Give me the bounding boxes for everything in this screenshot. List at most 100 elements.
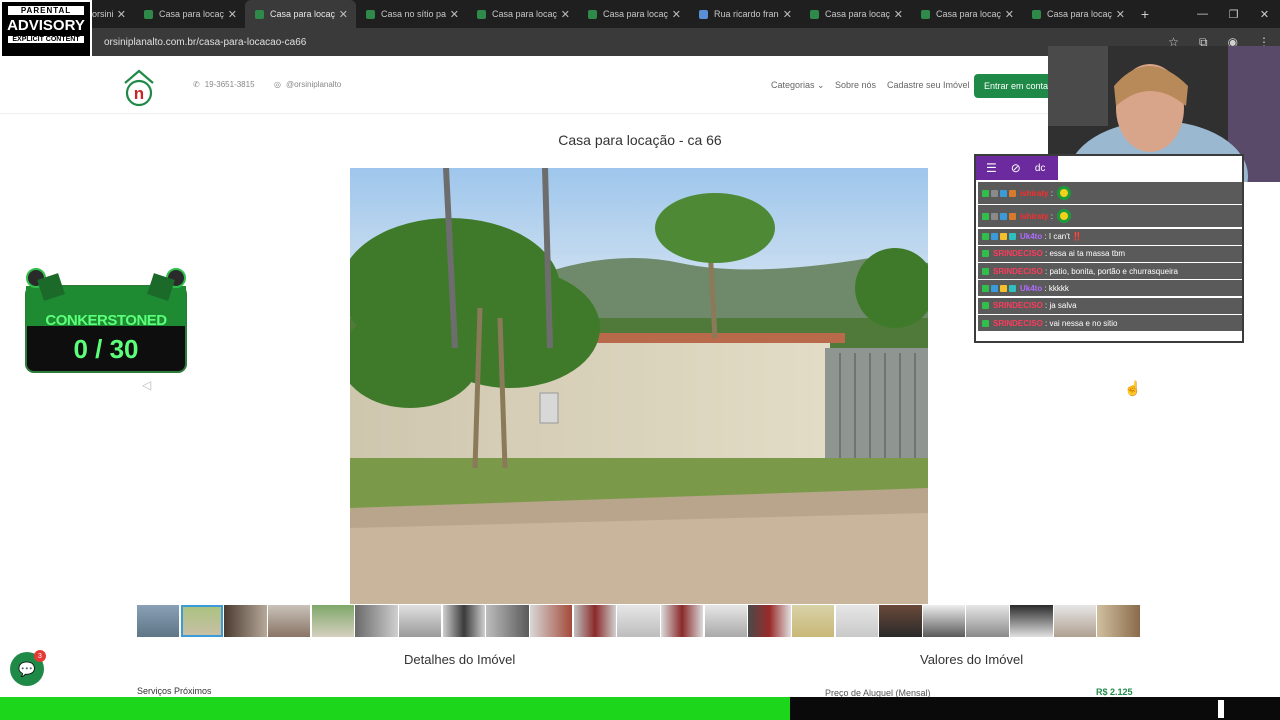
badge-icon — [982, 233, 989, 241]
browser-tab[interactable]: Casa para locação ✕ — [134, 0, 245, 28]
values-heading: Valores do Imóvel — [920, 652, 1024, 667]
photo-thumbnail[interactable] — [224, 605, 267, 637]
badge-icon — [1009, 233, 1016, 241]
tab-favicon-icon — [477, 9, 486, 19]
parental-advisory-badge: PARENTAL ADVISORY EXPLICIT CONTENT — [0, 0, 92, 58]
phone-icon: ✆ — [193, 80, 200, 89]
badge-icon — [1000, 189, 1007, 197]
browser-tab[interactable]: Casa para locação ✕ — [800, 0, 911, 28]
tab-favicon-icon — [255, 9, 264, 19]
phone-contact[interactable]: ✆ 19-3651-3815 — [193, 80, 255, 89]
browser-tab[interactable]: Casa para locação ✕ — [1022, 0, 1133, 28]
tab-favicon-icon — [144, 9, 153, 19]
photo-thumbnail[interactable] — [442, 605, 486, 637]
tab-close-icon[interactable]: ✕ — [450, 8, 459, 21]
browser-tab[interactable]: orsini ✕ — [92, 0, 134, 28]
chat-username: SRINDECISO — [993, 301, 1043, 311]
tab-title: Casa para locação — [270, 9, 335, 19]
tab-title: Casa para locação — [1047, 9, 1112, 19]
photo-thumbnail[interactable] — [748, 605, 791, 637]
instagram-icon: ◎ — [274, 80, 281, 89]
photo-thumbnail[interactable] — [1097, 605, 1140, 637]
browser-tab[interactable]: Casa no sítio para ✕ — [356, 0, 467, 28]
window-controls: — ❐ ✕ — [1187, 0, 1280, 28]
photo-thumbnail[interactable] — [311, 605, 355, 637]
photo-thumbnail[interactable] — [660, 605, 704, 637]
photo-thumbnail[interactable] — [1010, 605, 1053, 637]
chat-username: SRINDECISO — [993, 249, 1043, 259]
tab-title: Casa no sítio para — [381, 9, 446, 19]
tab-title: Casa para locação — [825, 9, 890, 19]
photo-thumbnail[interactable] — [966, 605, 1009, 637]
photo-thumbnail[interactable] — [267, 605, 311, 637]
chat-widget-button[interactable]: 💬 3 — [10, 650, 46, 686]
photo-thumbnail[interactable] — [617, 605, 660, 637]
tab-favicon-icon — [699, 9, 708, 19]
maximize-icon[interactable]: ❐ — [1218, 8, 1249, 21]
stream-counter-overlay: CONKERSTONED 0 / 30 — [20, 268, 192, 376]
photo-thumbnail[interactable] — [922, 605, 966, 637]
counter-value: 0 / 30 — [73, 334, 139, 364]
tab-close-icon[interactable]: ✕ — [672, 8, 681, 21]
stream-chat-overlay: ☰ ⊘ dc ishiraty : ishiraty : Uk4to: I c… — [974, 154, 1244, 343]
photo-thumbnail[interactable] — [704, 605, 747, 637]
phone-number: 19-3651-3815 — [204, 80, 255, 89]
photo-thumbnail[interactable] — [573, 605, 617, 637]
chat-messages: ishiraty : ishiraty : Uk4to : I can't ‼️… — [978, 182, 1242, 332]
advisory-line-1: PARENTAL — [8, 6, 84, 15]
badge-icon — [982, 284, 989, 292]
chat-header-label: dc — [1034, 162, 1046, 174]
tab-title: Casa para locação — [936, 9, 1001, 19]
tab-close-icon[interactable]: ✕ — [561, 8, 570, 21]
chat-text: ja salva — [1049, 301, 1077, 311]
nav-cadastre[interactable]: Cadastre seu Imóvel — [887, 80, 970, 90]
nav-categorias[interactable]: Categorias ⌄ — [771, 80, 825, 91]
browser-tab[interactable]: Casa para locação ✕ — [911, 0, 1022, 28]
rent-price: R$ 2.125 — [1096, 687, 1133, 697]
advisory-line-3: EXPLICIT CONTENT — [8, 36, 84, 43]
instagram-contact[interactable]: ◎ @orsiniplanalto — [274, 80, 341, 89]
photo-thumbnail[interactable] — [529, 605, 573, 637]
hand-cursor-icon: ☝ — [1124, 380, 1142, 396]
photo-thumbnail[interactable] — [486, 605, 529, 637]
browser-tab[interactable]: Rua ricardo franci ✕ — [689, 0, 800, 28]
photo-thumbnail[interactable] — [398, 605, 442, 637]
photo-thumbnail[interactable] — [355, 605, 398, 637]
close-window-icon[interactable]: ✕ — [1249, 8, 1280, 21]
photo-thumbnail[interactable] — [791, 605, 835, 637]
tab-close-icon[interactable]: ✕ — [117, 8, 126, 21]
photo-thumbnail[interactable] — [137, 605, 180, 637]
tab-close-icon[interactable]: ✕ — [228, 8, 237, 21]
browser-tab[interactable]: Casa para locação ✕ — [467, 0, 578, 28]
new-tab-button[interactable]: + — [1133, 0, 1157, 28]
tab-close-icon[interactable]: ✕ — [894, 8, 903, 21]
chat-separator: : — [1042, 318, 1050, 328]
tab-close-icon[interactable]: ✕ — [1005, 8, 1014, 21]
chat-text: vai nessa e no sitio — [1049, 318, 1118, 328]
browser-tab-active[interactable]: Casa para locação ✕ — [245, 0, 356, 28]
photo-thumbnail[interactable] — [879, 605, 922, 637]
minimize-icon[interactable]: — — [1187, 8, 1218, 20]
badge-icon — [1009, 189, 1016, 197]
carousel-prev-icon[interactable]: ◁ — [142, 378, 151, 392]
chat-text: essa ai ta massa tbm — [1049, 249, 1126, 259]
tab-close-icon[interactable]: ✕ — [783, 8, 792, 21]
hamburger-menu-icon[interactable]: ☰ — [986, 161, 997, 175]
svg-text:n: n — [134, 84, 144, 103]
tab-close-icon[interactable]: ✕ — [1116, 8, 1125, 21]
nav-categorias-label: Categorias — [771, 80, 815, 90]
photo-thumbnail-selected[interactable] — [180, 605, 224, 637]
chat-message: SRINDECISO : vai nessa e no sitio — [978, 315, 1242, 332]
property-main-photo[interactable] — [350, 168, 928, 604]
photo-thumbnail[interactable] — [1053, 605, 1097, 637]
nav-sobre[interactable]: Sobre nós — [835, 80, 876, 90]
photo-thumbnail[interactable] — [835, 605, 878, 637]
badge-icon — [982, 189, 989, 197]
block-icon[interactable]: ⊘ — [1011, 161, 1021, 175]
browser-tab[interactable]: Casa para locação ✕ — [578, 0, 689, 28]
tab-close-icon[interactable]: ✕ — [339, 8, 348, 21]
site-logo-icon[interactable]: n — [122, 66, 156, 108]
chevron-down-icon: ⌄ — [817, 80, 825, 90]
services-label: Serviços Próximos — [137, 686, 212, 696]
url-field[interactable]: orsiniplanalto.com.br/casa-para-locacao-… — [104, 37, 306, 48]
